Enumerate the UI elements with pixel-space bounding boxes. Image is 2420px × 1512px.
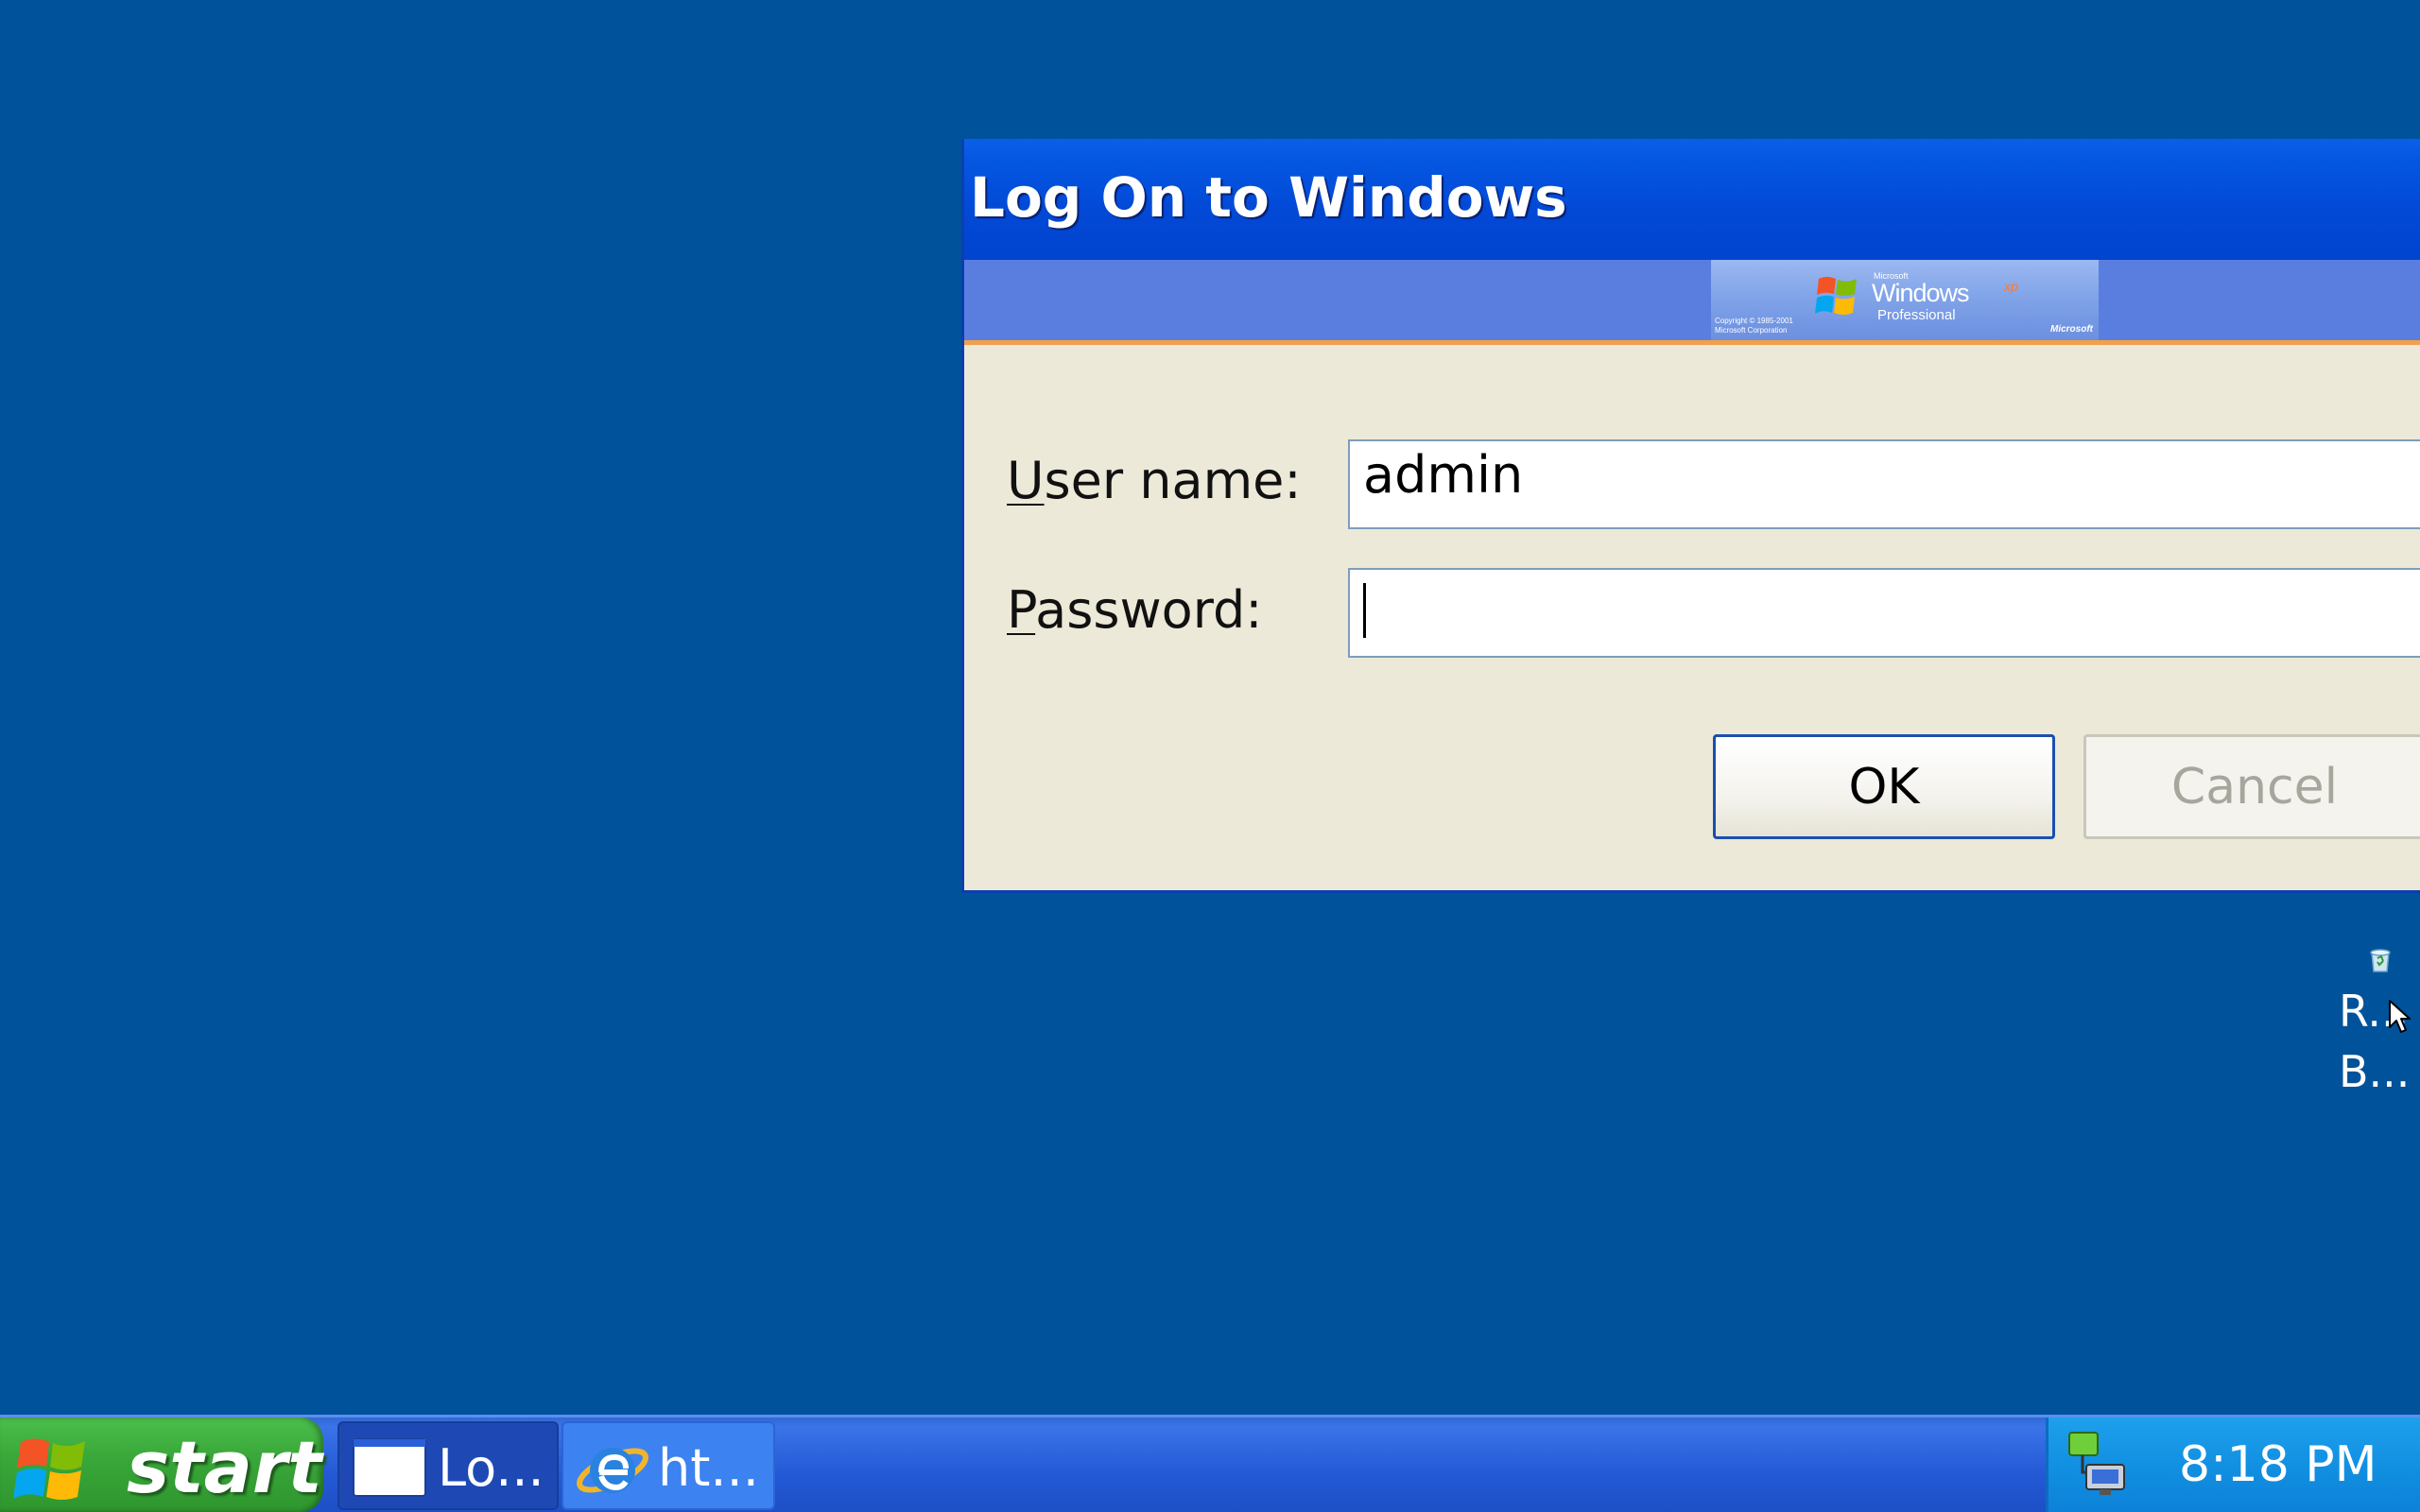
windows-xp-banner: Microsoft Windows xp Professional Copyri… [964, 260, 2420, 345]
text-caret [1363, 583, 1366, 638]
logo-windows-text: Windows [1872, 279, 1970, 307]
dialog-title-bar[interactable]: Log On to Windows [964, 139, 2420, 260]
user-name-label-text: ser name: [1044, 451, 1302, 510]
password-field[interactable] [1348, 568, 2420, 658]
ok-button[interactable]: OK [1713, 734, 2055, 839]
mouse-cursor-icon [2389, 1000, 2411, 1033]
internet-explorer-icon [577, 1448, 648, 1493]
windows-logo-icon [13, 1438, 85, 1500]
network-icon[interactable] [2064, 1427, 2134, 1501]
clock[interactable]: 8:18 PM [2179, 1436, 2377, 1493]
password-access-key: P [1007, 580, 1036, 640]
start-label: start [127, 1425, 322, 1509]
logo-xp-text: xp [2004, 279, 2018, 294]
logon-dialog: Log On to Windows Microsoft Windows xp P… [961, 139, 2420, 893]
taskbar-item-logon-label: Lo... [438, 1438, 544, 1498]
password-label-text: assword: [1035, 580, 1263, 640]
windows-flag-icon [1815, 277, 1857, 315]
desktop-icon-label-line2: B... [2339, 1046, 2411, 1097]
windows-xp-logo: Microsoft Windows xp Professional Copyri… [1711, 260, 2099, 340]
user-name-access-key: U [1007, 451, 1045, 510]
taskbar-item-browser[interactable]: ht... [562, 1421, 775, 1510]
taskbar-item-logon[interactable]: Lo... [337, 1421, 559, 1510]
dialog-title: Log On to Windows [970, 165, 1567, 230]
taskbar-item-browser-label: ht... [658, 1438, 759, 1498]
user-name-label: User name: [1007, 451, 1302, 510]
recycle-bin-icon [2370, 949, 2391, 972]
cancel-button[interactable]: Cancel [2083, 734, 2420, 839]
logo-copyright-line1: Copyright © 1985-2001 [1715, 317, 1793, 325]
logo-edition-text: Professional [1877, 307, 1956, 323]
start-button[interactable]: start [0, 1418, 323, 1512]
taskbar: start Lo... ht... 8:18 PM [0, 1415, 2420, 1512]
window-icon [353, 1438, 426, 1497]
password-label: Password: [1007, 580, 1262, 640]
logo-copyright-line2: Microsoft Corporation [1715, 326, 1788, 335]
user-name-value: admin [1363, 445, 1524, 505]
desktop: Log On to Windows Microsoft Windows xp P… [0, 0, 2420, 1415]
system-tray: 8:18 PM [2046, 1418, 2420, 1512]
logo-microsoft-text: Microsoft [2050, 324, 2093, 335]
user-name-field[interactable]: admin [1348, 439, 2420, 529]
